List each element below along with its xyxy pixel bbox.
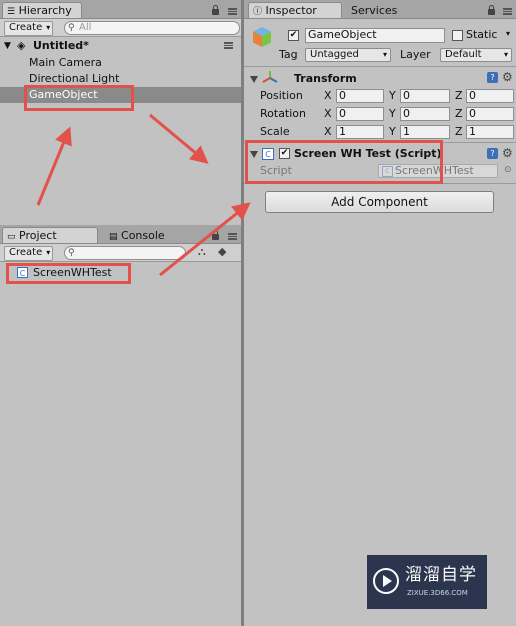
arrow-up	[36, 126, 72, 206]
annotation-arrows	[36, 113, 251, 277]
arrow-to-component	[159, 202, 251, 277]
watermark-logo: 溜溜自学 ZIXUE.3D66.COM	[367, 555, 487, 609]
watermark-url: ZIXUE.3D66.COM	[407, 589, 468, 597]
arrow-right-down	[149, 113, 209, 164]
play-icon	[373, 568, 399, 594]
watermark-brand: 溜溜自学	[405, 565, 477, 585]
